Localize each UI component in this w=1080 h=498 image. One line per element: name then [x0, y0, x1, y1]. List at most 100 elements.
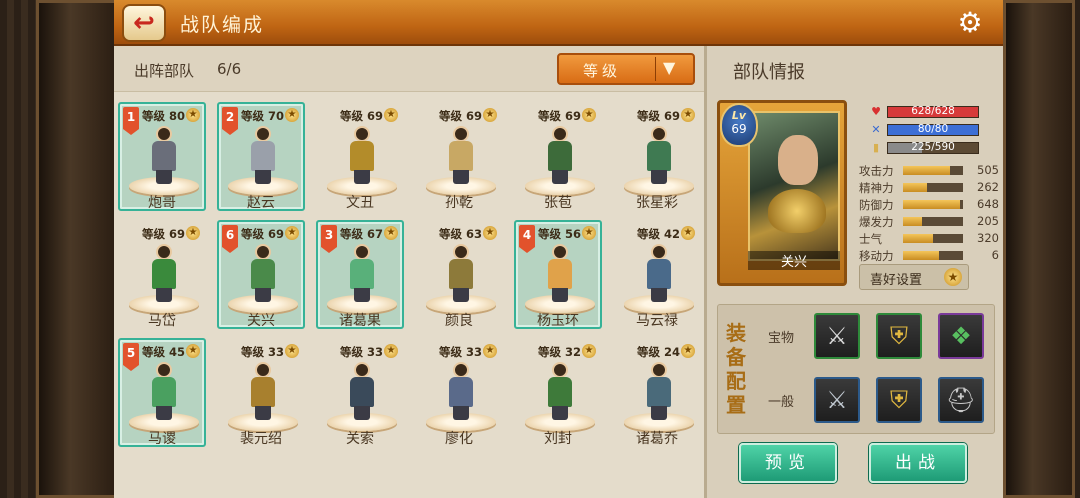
unit-level: 等级 69	[340, 109, 384, 123]
unit-level: 等级 80	[142, 109, 186, 123]
general-label: 一般	[768, 395, 795, 410]
sprite-body	[251, 377, 275, 407]
sprite-legs	[354, 406, 370, 420]
sort-divider	[655, 57, 656, 81]
sprite-body	[350, 141, 374, 171]
sprite-legs	[552, 288, 568, 302]
preference-settings-button[interactable]: 喜好设置 ★	[859, 264, 969, 290]
sprite-body	[647, 141, 671, 171]
unit-level: 等级 32	[538, 345, 582, 359]
stat-fill	[903, 166, 950, 175]
stat-value: 6	[991, 248, 999, 262]
helmet-icon: ⛑	[945, 386, 977, 414]
armor-icon: ⛨	[890, 386, 908, 414]
unit-card[interactable]: 4 等级 56 ★ 杨玉环	[514, 220, 602, 329]
settings-button[interactable]: ⚙	[953, 6, 987, 40]
star-icon: ★	[681, 108, 695, 122]
star-icon: ★	[186, 344, 200, 358]
unit-card[interactable]: 3 等级 67 ★ 诸葛果	[316, 220, 404, 329]
equipment-slot[interactable]: ⛨	[876, 313, 922, 359]
back-button[interactable]: ↩	[122, 4, 166, 42]
unit-card[interactable]: 等级 69 ★ 张苞	[514, 102, 602, 211]
star-icon: ★	[384, 226, 398, 240]
unit-level: 等级 69	[439, 109, 483, 123]
unit-card[interactable]: 等级 63 ★ 颜良	[415, 220, 503, 329]
unit-name: 裴元绍	[240, 431, 282, 447]
battle-button[interactable]: 出战	[869, 443, 967, 483]
unit-name: 廖化	[445, 431, 473, 447]
unit-card[interactable]: 等级 69 ★ 文丑	[316, 102, 404, 211]
roster-panel: 出阵部队 6/6 等级 ▼ 1 等级 80 ★ 炮哥 2 等级 70 ★ 赵云 等级 69 ★ 文丑…	[114, 46, 704, 498]
star-icon: ★	[186, 226, 200, 240]
equipment-slot[interactable]: ❖	[938, 313, 984, 359]
equipment-slot[interactable]: ⛨	[876, 377, 922, 423]
stat-track	[903, 217, 963, 226]
stat-label: 防御力	[859, 198, 894, 212]
preference-label: 喜好设置	[870, 273, 923, 288]
unit-name: 诸葛乔	[636, 431, 678, 447]
sprite-head	[354, 126, 370, 142]
sprite-legs	[453, 288, 469, 302]
sprite-body	[251, 259, 275, 289]
unit-sprite	[544, 126, 576, 186]
unit-card[interactable]: 等级 33 ★ 关索	[316, 338, 404, 447]
resource-bar: ▮ 225/590	[869, 140, 995, 155]
slot-number-badge: 5	[123, 343, 139, 371]
slot-number-badge: 6	[222, 225, 238, 253]
resource-bars: ♥ 628/628 ✕ 80/80 ▮ 225/590	[869, 104, 995, 158]
sprite-legs	[354, 288, 370, 302]
unit-card[interactable]: 等级 32 ★ 刘封	[514, 338, 602, 447]
sprite-body	[449, 377, 473, 407]
sprite-body	[152, 377, 176, 407]
sprite-body	[251, 141, 275, 171]
sprite-legs	[354, 170, 370, 184]
unit-sprite	[247, 362, 279, 422]
unit-level: 等级 33	[439, 345, 483, 359]
star-icon: ★	[582, 344, 596, 358]
unit-card[interactable]: 等级 42 ★ 马云禄	[613, 220, 701, 329]
slot-number-badge: 2	[222, 107, 238, 135]
hero-name: 关兴	[748, 251, 840, 270]
unit-card[interactable]: 等级 33 ★ 裴元绍	[217, 338, 305, 447]
sprite-legs	[651, 288, 667, 302]
equipment-slot[interactable]: ⚔	[814, 313, 860, 359]
hero-face	[778, 135, 818, 185]
unit-sprite	[643, 126, 675, 186]
unit-card[interactable]: 等级 33 ★ 廖化	[415, 338, 503, 447]
stat-value: 320	[977, 231, 999, 245]
unit-card[interactable]: 等级 69 ★ 马岱	[118, 220, 206, 329]
unit-card[interactable]: 5 等级 45 ★ 马谡	[118, 338, 206, 447]
sprite-head	[453, 362, 469, 378]
sprite-body	[647, 377, 671, 407]
unit-card[interactable]: 等级 69 ★ 张星彩	[613, 102, 701, 211]
hero-portrait[interactable]: Lv 69 关兴	[717, 100, 847, 286]
star-icon: ★	[582, 108, 596, 122]
sort-dropdown[interactable]: 等级 ▼	[557, 53, 695, 85]
unit-card[interactable]: 1 等级 80 ★ 炮哥	[118, 102, 206, 211]
sprite-head	[552, 126, 568, 142]
stat-label: 移动力	[859, 249, 894, 263]
deploy-count: 6/6	[217, 60, 242, 78]
unit-level: 等级 69	[142, 227, 186, 241]
unit-card[interactable]: 等级 24 ★ 诸葛乔	[613, 338, 701, 447]
stat-fill	[903, 234, 933, 243]
unit-card[interactable]: 等级 69 ★ 孙乾	[415, 102, 503, 211]
preview-button[interactable]: 预览	[739, 443, 837, 483]
star-icon: ★	[384, 344, 398, 358]
heart-icon: ♥	[871, 105, 881, 118]
sprite-legs	[651, 406, 667, 420]
treasure-label: 宝物	[768, 331, 795, 346]
stat-row: 精神力 262	[859, 180, 999, 195]
unit-card[interactable]: 2 等级 70 ★ 赵云	[217, 102, 305, 211]
sprite-head	[453, 244, 469, 260]
unit-sprite	[544, 362, 576, 422]
sprite-head	[453, 126, 469, 142]
star-icon: ★	[681, 226, 695, 240]
equipment-slot[interactable]: ⚔	[814, 377, 860, 423]
equipment-slot[interactable]: ⛑	[938, 377, 984, 423]
stat-value: 205	[977, 214, 999, 228]
sprite-legs	[156, 170, 172, 184]
sprite-head	[552, 244, 568, 260]
sprite-legs	[552, 406, 568, 420]
unit-card[interactable]: 6 等级 69 ★ 关兴	[217, 220, 305, 329]
